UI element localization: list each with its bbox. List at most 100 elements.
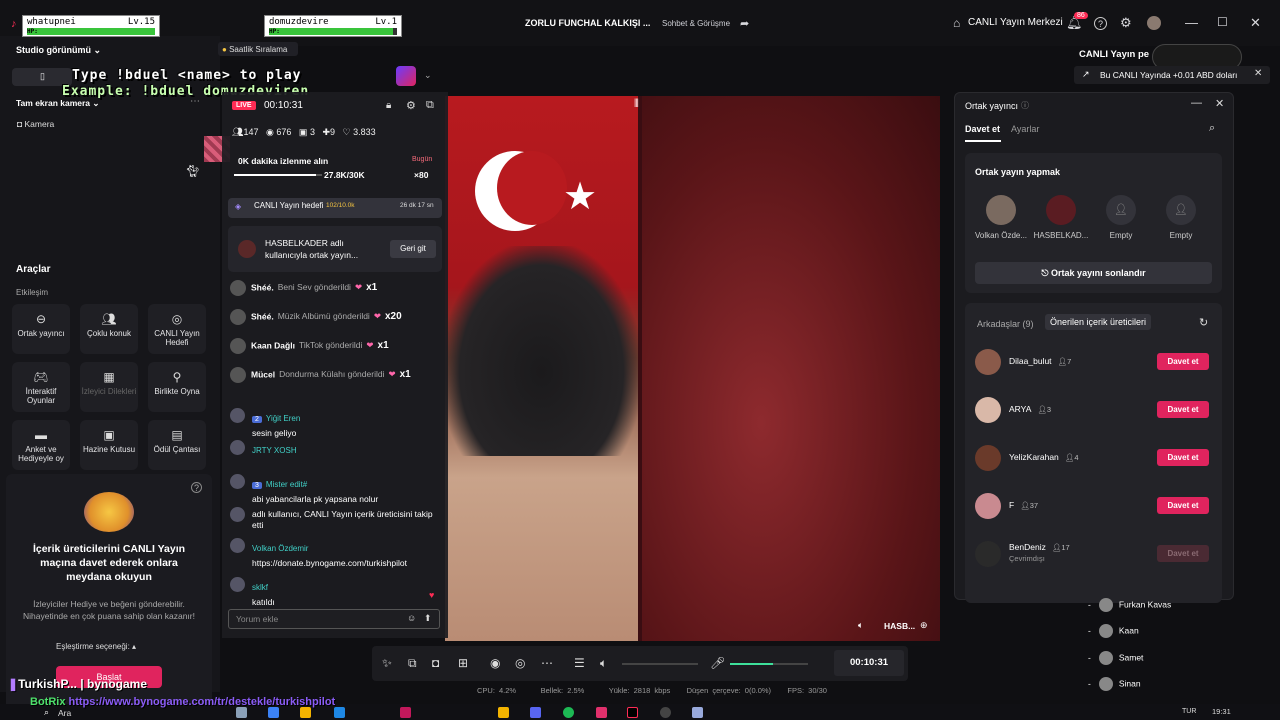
lock-icon[interactable]: 🔒︎ [386, 100, 391, 111]
bullet-icon: - [1088, 625, 1091, 636]
search-icon[interactable]: ⌕ [44, 707, 49, 718]
share-icon[interactable]: ➦ [740, 17, 749, 30]
invite-button[interactable]: Davet et [1157, 449, 1209, 466]
viewer-row[interactable]: - Sinan [1088, 677, 1141, 691]
mic-icon[interactable]: 🎤︎ [710, 656, 725, 670]
close-icon[interactable]: ✕ [1250, 15, 1261, 31]
matching-preference[interactable]: Eşleştirme seçeneği: ▴ [56, 642, 136, 651]
cohost-slot[interactable]: Volkan Özde... [973, 195, 1029, 240]
send-icon[interactable]: ⬆ [424, 613, 432, 624]
tool-link[interactable]: ⊖ Ortak yayıncı [12, 304, 70, 354]
live-center-link[interactable]: CANLI Yayın Merkezi [968, 17, 1063, 28]
avatar[interactable] [1147, 16, 1161, 30]
spotify-icon[interactable] [563, 707, 574, 718]
watch-goal-card[interactable]: 0K dakika izlenme alın Bugün 27.8K/30K ×… [226, 150, 444, 184]
clock[interactable]: 19:31 [1212, 707, 1231, 716]
tool-poll[interactable]: ▬ Anket ve Hediyeyle oy [12, 420, 70, 470]
friends-tab[interactable]: Arkadaşlar (9) [977, 319, 1034, 329]
minimize-icon[interactable]: — [1185, 15, 1198, 30]
emoji-icon[interactable]: ☺ [407, 613, 416, 623]
heart-icon[interactable]: ♥ [429, 590, 434, 600]
settings-sliders-icon[interactable]: ☰ [574, 656, 585, 670]
live-goal-bar[interactable]: ◈ CANLI Yayın hedefi 102/10.0k 26 dk 17 … [228, 198, 442, 218]
invite-button[interactable]: Davet et [1157, 497, 1209, 514]
mic-slider[interactable] [730, 663, 808, 665]
chat-user[interactable]: Yiğit Eren [266, 414, 300, 423]
volume-icon[interactable]: 🔈︎ [600, 656, 607, 671]
search-icon[interactable]: ⌕ [1209, 122, 1215, 135]
split-layout-icon[interactable]: ⦀ [634, 98, 639, 111]
refresh-icon[interactable]: ↻ [1199, 316, 1208, 329]
edge-icon[interactable] [334, 707, 345, 718]
comment-input[interactable]: Yorum ekle ☺ ⬆ [228, 609, 440, 629]
chat-user[interactable]: sklkf [252, 583, 268, 592]
stop-icon[interactable]: ◎ [515, 656, 525, 670]
layout-icon[interactable]: ⧉ [408, 656, 417, 671]
more-icon[interactable]: ⋯ [541, 656, 553, 670]
app-icon[interactable] [400, 707, 411, 718]
invite-button[interactable]: Davet et [1157, 353, 1209, 370]
tab-chat[interactable]: Sohbet & Görüşme [662, 19, 730, 28]
gift-gallery-icon[interactable] [396, 66, 416, 86]
volume-icon[interactable]: 🔈︎ [858, 620, 863, 631]
maximize-icon[interactable]: ☐ [1217, 15, 1228, 29]
chevron-down-icon[interactable]: ⌄ [424, 70, 432, 81]
invite-button[interactable]: Davet et [1157, 545, 1209, 562]
volume-slider[interactable] [622, 663, 698, 665]
record-icon[interactable]: ◉ [490, 656, 500, 670]
suggested-tab[interactable]: Önerilen içerik üreticileri [1045, 314, 1152, 330]
tool-gift[interactable]: ▦ İzleyici Dilekleri [80, 362, 138, 412]
cohost-slot[interactable]: 👤︎ Empty [1093, 195, 1149, 240]
tab-settings[interactable]: Ayarlar [1011, 124, 1039, 134]
explorer-icon[interactable] [300, 707, 311, 718]
effects-icon[interactable]: ✨︎ [382, 656, 392, 671]
close-icon[interactable]: ✕ [1254, 68, 1262, 79]
instagram-icon[interactable] [596, 707, 607, 718]
tool-target[interactable]: ◎ CANLI Yayın Hedefi [148, 304, 206, 354]
scene-icon[interactable]: ⊞ [458, 656, 468, 670]
tab-invite[interactable]: Davet et [965, 124, 1000, 134]
gift-text: Müzik Albümü gönderildi [277, 311, 370, 322]
popout-icon[interactable]: ⧉ [426, 99, 434, 112]
guest-label[interactable]: HASB... [884, 621, 915, 631]
gear-icon[interactable]: ⚙ [406, 99, 416, 112]
tiktok-icon[interactable] [627, 707, 638, 718]
end-cohost-button[interactable]: ⎋ Ortak yayını sonlandır [975, 262, 1212, 284]
folder-icon[interactable] [498, 707, 509, 718]
chat-user[interactable]: Volkan Özdemir [252, 544, 308, 553]
empty-slot-icon: 👤︎ [1166, 195, 1196, 225]
taskview-icon[interactable] [236, 707, 247, 718]
screenshot-icon[interactable]: ◘ [432, 656, 439, 670]
viewer-row[interactable]: - Samet [1088, 651, 1143, 665]
obs-icon[interactable] [660, 707, 671, 718]
language-indicator[interactable]: TUR [1182, 708, 1196, 715]
camera-source[interactable]: ◘ Kamera [17, 119, 54, 129]
cohost-slot[interactable]: HASBELKAD... [1033, 195, 1089, 240]
earnings-toast: ↗ Bu CANLI Yayında +0.01 ABD doları ✕ [1074, 66, 1270, 84]
taskbar-search[interactable]: Ara [58, 708, 71, 718]
app-icon[interactable] [692, 707, 703, 718]
viewer-row[interactable]: - Kaan [1088, 624, 1139, 638]
chat-user[interactable]: Mister edit# [266, 480, 307, 489]
windows-icon[interactable] [268, 707, 279, 718]
info-icon[interactable]: ? [191, 482, 202, 493]
help-icon[interactable]: ? [1094, 17, 1107, 30]
tool-chest[interactable]: ▣ Hazine Kutusu [80, 420, 138, 470]
window-tab-title[interactable]: ZORLU FUNCHAL KALKIŞI ... [525, 18, 650, 28]
invite-button[interactable]: Davet et [1157, 401, 1209, 418]
close-icon[interactable]: ✕ [1215, 97, 1224, 110]
help-icon[interactable]: ⓘ [1021, 100, 1029, 111]
gear-icon[interactable]: ⚙ [1120, 15, 1132, 31]
back-button[interactable]: Geri git [390, 240, 436, 258]
tool-joystick[interactable]: ⚲ Birlikte Oyna [148, 362, 206, 412]
hourly-ranking-chip[interactable]: ● Saatlik Sıralama [218, 42, 298, 56]
minimize-icon[interactable]: — [1191, 97, 1202, 109]
cohost-slot[interactable]: 👤︎ Empty [1153, 195, 1209, 240]
tool-gamepad[interactable]: 🎮︎ İnteraktif Oyunlar [12, 362, 70, 412]
viewer-row[interactable]: - Furkan Kavas [1088, 598, 1171, 612]
add-icon[interactable]: ⊕ [920, 620, 928, 631]
discord-icon[interactable] [530, 707, 541, 718]
tool-bag[interactable]: ▤ Ödül Çantası [148, 420, 206, 470]
tool-users[interactable]: 👥︎ Çoklu konuk [80, 304, 138, 354]
chat-user[interactable]: JRTY XOSH [252, 446, 297, 455]
